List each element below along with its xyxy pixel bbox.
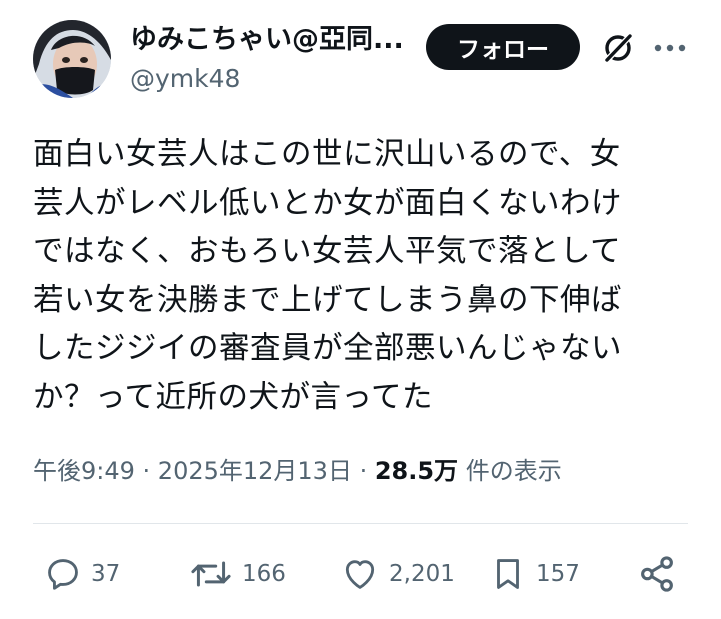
- view-count[interactable]: 28.5万: [375, 457, 458, 485]
- repost-icon: [189, 555, 233, 593]
- avatar[interactable]: [33, 20, 111, 98]
- repost-button[interactable]: 166: [189, 552, 286, 596]
- meta-separator: ·: [134, 457, 158, 485]
- divider: [33, 523, 688, 524]
- heart-icon: [340, 555, 380, 593]
- more-button[interactable]: [650, 28, 690, 68]
- like-button[interactable]: 2,201: [340, 552, 455, 596]
- reply-count: 37: [91, 561, 121, 587]
- bookmark-button[interactable]: 157: [489, 552, 580, 596]
- bookmark-icon: [489, 554, 527, 594]
- reply-icon: [44, 555, 82, 593]
- follow-button[interactable]: フォロー: [426, 24, 580, 70]
- like-count: 2,201: [389, 561, 455, 587]
- grok-icon: [601, 31, 635, 65]
- view-count-label: 件の表示: [458, 457, 562, 485]
- tweet-date[interactable]: 2025年12月13日: [158, 457, 352, 485]
- avatar-image: [33, 20, 111, 98]
- share-button[interactable]: [636, 552, 678, 596]
- tweet-text: 面白い女芸人はこの世に沢山いるので、女 芸人がレベル低いとか女が面白くないわけ …: [33, 137, 622, 415]
- tweet-meta: 午後9:49 · 2025年12月13日 · 28.5万 件の表示: [33, 453, 562, 489]
- author-handle[interactable]: @ymk48: [130, 63, 240, 95]
- bookmark-count: 157: [536, 561, 580, 587]
- tweet-time[interactable]: 午後9:49: [33, 457, 135, 485]
- author-display-name[interactable]: ゆみこちゃい@亞同...: [130, 22, 420, 58]
- grok-button[interactable]: [598, 28, 638, 68]
- reply-button[interactable]: 37: [44, 552, 120, 596]
- share-icon: [636, 553, 678, 595]
- repost-count: 166: [242, 561, 286, 587]
- meta-separator: ·: [351, 457, 375, 485]
- more-dots-icon: [654, 43, 686, 53]
